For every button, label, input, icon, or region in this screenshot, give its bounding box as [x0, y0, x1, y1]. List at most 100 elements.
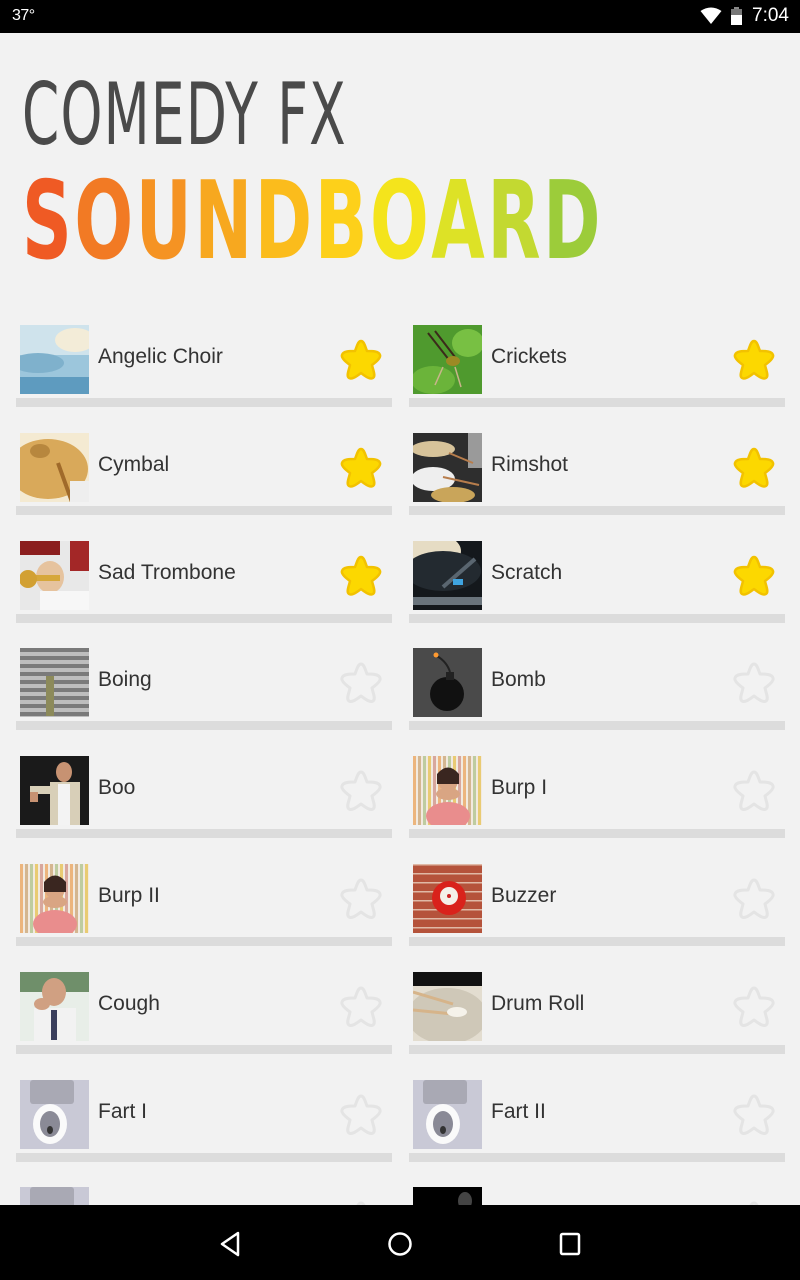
sound-card[interactable]: Boo: [16, 748, 392, 839]
sound-label[interactable]: Drum Roll: [491, 992, 584, 1016]
favorite-star-filled-icon[interactable]: [731, 338, 777, 382]
favorite-star-filled-icon[interactable]: [731, 554, 777, 598]
card-divider: [409, 613, 785, 623]
sound-card[interactable]: Burp I: [409, 748, 785, 839]
card-divider: [409, 1044, 785, 1054]
sound-thumbnail[interactable]: [20, 1187, 89, 1205]
sound-label[interactable]: Boing: [98, 668, 152, 692]
favorite-star-outline-icon[interactable]: [731, 877, 777, 921]
sound-card[interactable]: Sad Trombone: [16, 533, 392, 623]
logo-title-comedy-fx: COMEDY FX: [22, 65, 347, 165]
sound-card[interactable]: Rimshot: [409, 425, 785, 515]
card-divider: [16, 1044, 392, 1054]
card-divider: [16, 613, 392, 623]
sound-thumbnail[interactable]: [413, 756, 482, 826]
sound-card[interactable]: Scratch: [409, 533, 785, 623]
sound-card[interactable]: Cough: [16, 964, 392, 1054]
sound-card[interactable]: Fart I: [16, 1072, 392, 1162]
sound-label[interactable]: Fart I: [98, 1100, 147, 1124]
logo-letter: U: [135, 159, 195, 284]
logo-letter: D: [254, 159, 315, 284]
card-divider: [16, 937, 392, 946]
favorite-star-filled-icon[interactable]: [338, 554, 384, 598]
sound-thumbnail[interactable]: [20, 648, 89, 718]
favorite-star-filled-icon[interactable]: [731, 446, 777, 490]
status-bar: 37° 7:04: [0, 0, 800, 33]
sound-label[interactable]: Rimshot: [491, 453, 568, 477]
card-divider: [409, 937, 785, 946]
sound-thumbnail[interactable]: [20, 540, 89, 610]
sound-card[interactable]: Buzzer: [409, 856, 785, 946]
sound-thumbnail[interactable]: [413, 648, 482, 718]
sound-label[interactable]: Crickets: [491, 345, 567, 369]
sound-card[interactable]: Crickets: [409, 317, 785, 407]
sound-label[interactable]: Buzzer: [491, 884, 556, 908]
clock: 7:04: [752, 5, 789, 26]
favorite-star-outline-icon[interactable]: [731, 769, 777, 813]
card-divider: [16, 829, 392, 839]
logo-letter: A: [431, 159, 488, 284]
sound-thumbnail[interactable]: [413, 432, 482, 502]
sound-card[interactable]: Burp II: [16, 856, 392, 946]
sound-label[interactable]: Burp II: [98, 884, 160, 908]
app-logo: COMEDY FX SOUNDBOARD: [22, 65, 601, 276]
sound-label[interactable]: Sad Trombone: [98, 561, 236, 585]
favorite-star-outline-icon[interactable]: [731, 661, 777, 705]
favorite-star-filled-icon[interactable]: [338, 446, 384, 490]
recents-icon[interactable]: [555, 1229, 585, 1259]
sound-thumbnail[interactable]: [20, 432, 89, 502]
sound-thumbnail[interactable]: [413, 971, 482, 1041]
sound-label[interactable]: Burp I: [491, 776, 547, 800]
sound-label[interactable]: Boo: [98, 776, 135, 800]
sound-label[interactable]: Cymbal: [98, 453, 169, 477]
card-divider: [16, 505, 392, 515]
logo-title-soundboard: SOUNDBOARD: [22, 168, 603, 276]
sound-thumbnail[interactable]: [20, 864, 89, 933]
sound-thumbnail[interactable]: [20, 1079, 89, 1149]
wifi-icon: [700, 7, 722, 24]
sound-card[interactable]: Boing: [16, 640, 392, 731]
logo-letter: O: [369, 159, 432, 284]
home-icon[interactable]: [385, 1229, 415, 1259]
sound-thumbnail[interactable]: [413, 864, 482, 933]
favorite-star-outline-icon[interactable]: [338, 877, 384, 921]
logo-letter: D: [543, 159, 604, 284]
sound-card[interactable]: Bomb: [409, 640, 785, 731]
sound-thumbnail[interactable]: [413, 1187, 482, 1205]
card-divider: [16, 721, 392, 731]
card-divider: [409, 398, 785, 407]
sound-label[interactable]: Fart II: [491, 1100, 546, 1124]
favorite-star-outline-icon[interactable]: [731, 985, 777, 1029]
sound-thumbnail[interactable]: [20, 325, 89, 394]
card-divider: [409, 505, 785, 515]
favorite-star-outline-icon[interactable]: [338, 985, 384, 1029]
card-divider: [409, 829, 785, 839]
sound-card[interactable]: [16, 1179, 392, 1205]
sound-card[interactable]: [409, 1179, 785, 1205]
favorite-star-filled-icon[interactable]: [338, 338, 384, 382]
sound-thumbnail[interactable]: [20, 756, 89, 826]
sound-thumbnail[interactable]: [413, 325, 482, 394]
logo-letter: B: [314, 159, 370, 284]
logo-letter: N: [194, 159, 255, 284]
favorite-star-outline-icon[interactable]: [338, 769, 384, 813]
sound-card[interactable]: Drum Roll: [409, 964, 785, 1054]
back-icon[interactable]: [216, 1229, 246, 1259]
sound-label[interactable]: Scratch: [491, 561, 562, 585]
favorite-star-outline-icon[interactable]: [338, 1093, 384, 1137]
sound-thumbnail[interactable]: [413, 1079, 482, 1149]
card-divider: [16, 398, 392, 407]
favorite-star-outline-icon[interactable]: [338, 661, 384, 705]
sound-thumbnail[interactable]: [20, 971, 89, 1041]
sound-label[interactable]: Cough: [98, 992, 160, 1016]
sound-card[interactable]: Fart II: [409, 1072, 785, 1162]
sound-card[interactable]: Angelic Choir: [16, 317, 392, 407]
sound-label[interactable]: Angelic Choir: [98, 345, 223, 369]
favorite-star-outline-icon[interactable]: [731, 1093, 777, 1137]
temperature-indicator: 37°: [12, 7, 35, 24]
sound-label[interactable]: Bomb: [491, 668, 546, 692]
logo-letter: S: [22, 159, 75, 284]
sound-thumbnail[interactable]: [413, 540, 482, 610]
logo-letter: O: [74, 159, 136, 284]
sound-card[interactable]: Cymbal: [16, 425, 392, 515]
